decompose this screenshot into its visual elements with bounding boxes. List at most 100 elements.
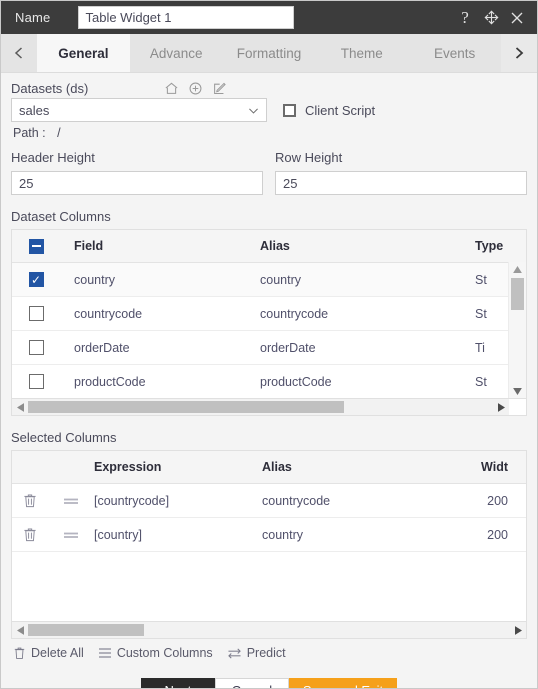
swap-arrows-icon (227, 647, 242, 660)
row-checkbox[interactable] (12, 340, 60, 355)
drag-handle-icon[interactable] (48, 496, 94, 506)
close-icon[interactable] (507, 7, 527, 29)
next-button[interactable]: Next (140, 678, 215, 688)
selected-columns-toolbar: Delete All Custom Columns Predict (11, 646, 527, 660)
selected-columns-horizontal-scrollbar[interactable] (11, 622, 527, 639)
horizontal-scroll-track[interactable] (28, 622, 510, 638)
name-label: Name (15, 10, 51, 25)
list-lines-icon (98, 647, 112, 659)
selected-columns-header-row: Expression Alias Widt (12, 451, 526, 484)
dialog-titlebar: Name ? (1, 1, 537, 34)
edit-pencil-icon[interactable] (212, 81, 227, 96)
dataset-path: Path : / (13, 126, 527, 140)
client-script-checkbox-row[interactable]: Client Script (283, 103, 375, 118)
header-field[interactable]: Field (60, 239, 260, 253)
scroll-right-icon[interactable] (510, 625, 526, 635)
cell-expression: [countrycode] (94, 493, 170, 508)
circle-plus-icon[interactable] (188, 81, 203, 96)
cell-field: productCode (74, 374, 146, 389)
tab-advance[interactable]: Advance (129, 34, 223, 72)
header-width[interactable]: Widt (442, 460, 522, 474)
cell-width: 200 (487, 527, 508, 542)
dataset-columns-horizontal-scrollbar[interactable] (11, 399, 527, 416)
delete-all-button[interactable]: Delete All (13, 646, 84, 660)
dataset-columns-header-row: Field Alias Type (12, 230, 526, 263)
dataset-columns-vertical-scrollbar[interactable] (508, 262, 526, 398)
delete-row-button[interactable] (12, 493, 48, 508)
datasets-icon-toolbar (164, 81, 227, 96)
cell-alias: countrycode (260, 306, 329, 321)
trash-icon (13, 646, 26, 660)
scroll-right-icon[interactable] (493, 402, 509, 412)
header-selected-alias[interactable]: Alias (262, 460, 442, 474)
move-arrows-icon[interactable] (481, 7, 501, 29)
client-script-checkbox[interactable] (283, 103, 296, 117)
cell-width: 200 (487, 493, 508, 508)
custom-columns-label: Custom Columns (116, 646, 213, 660)
tab-theme[interactable]: Theme (315, 34, 409, 72)
chevron-left-icon[interactable] (1, 34, 37, 72)
tab-general[interactable]: General (37, 34, 130, 72)
drag-handle-icon[interactable] (48, 530, 94, 540)
dataset-select-row: sales Client Script (11, 98, 527, 122)
datasets-header: Datasets (ds) (11, 81, 527, 96)
selected-columns-title: Selected Columns (11, 430, 117, 445)
dialog-action-bar: Next Cancel Save and Exit (11, 678, 527, 688)
path-label: Path : (13, 126, 46, 140)
cell-alias: productCode (260, 374, 332, 389)
row-checkbox-box (28, 306, 44, 321)
tab-formatting[interactable]: Formatting (222, 34, 316, 72)
dataset-columns-body: ✓ country country St countrycode country… (12, 263, 526, 398)
row-checkbox[interactable] (12, 306, 60, 321)
row-checkbox[interactable]: ✓ (12, 272, 60, 287)
table-row[interactable]: productCode productCode St (12, 365, 526, 398)
tab-events[interactable]: Events (408, 34, 501, 72)
widget-name-input[interactable] (78, 6, 295, 29)
cell-field: orderDate (74, 340, 130, 355)
home-icon[interactable] (164, 81, 179, 96)
table-row[interactable]: ✓ country country St (12, 263, 526, 297)
horizontal-scroll-thumb[interactable] (28, 401, 345, 413)
delete-row-button[interactable] (12, 527, 48, 542)
cancel-button[interactable]: Cancel (214, 678, 289, 688)
help-icon[interactable]: ? (455, 7, 475, 29)
chevron-right-icon[interactable] (501, 34, 537, 72)
row-height-input[interactable] (275, 171, 527, 195)
save-and-exit-button[interactable]: Save and Exit (288, 678, 398, 688)
select-all-checkbox-box (28, 238, 44, 254)
table-row[interactable]: orderDate orderDate Ti (12, 331, 526, 365)
dataset-select-value[interactable]: sales (11, 98, 267, 122)
predict-label: Predict (246, 646, 286, 660)
scroll-down-icon[interactable] (513, 384, 522, 398)
select-all-checkbox[interactable] (12, 238, 60, 254)
cell-expression: [country] (94, 527, 142, 542)
cell-selected-alias: country (262, 527, 303, 542)
table-row[interactable]: [countrycode] countrycode 200 (12, 484, 526, 518)
row-checkbox-box: ✓ (28, 272, 44, 287)
client-script-label: Client Script (305, 102, 376, 118)
header-height-field: Header Height (11, 150, 263, 195)
row-checkbox[interactable] (12, 374, 60, 389)
height-fields: Header Height Row Height (11, 150, 527, 195)
predict-button[interactable]: Predict (227, 646, 286, 660)
table-row[interactable]: countrycode countrycode St (12, 297, 526, 331)
table-row[interactable]: [country] country 200 (12, 518, 526, 552)
header-height-label: Header Height (11, 150, 95, 165)
custom-columns-button[interactable]: Custom Columns (98, 646, 213, 660)
horizontal-scroll-thumb[interactable] (28, 624, 144, 636)
dataset-select[interactable]: sales (11, 98, 267, 122)
header-expression[interactable]: Expression (94, 460, 262, 474)
cell-selected-alias: countrycode (262, 493, 331, 508)
header-height-input[interactable] (11, 171, 263, 195)
scroll-left-icon[interactable] (12, 625, 28, 635)
scroll-up-icon[interactable] (513, 262, 522, 276)
selected-columns-body: [countrycode] countrycode 200 [country] … (12, 484, 526, 552)
delete-all-label: Delete All (31, 646, 84, 660)
header-alias[interactable]: Alias (260, 239, 475, 253)
row-checkbox-box (28, 374, 44, 389)
vertical-scroll-thumb[interactable] (511, 278, 524, 310)
vertical-scroll-track[interactable] (509, 276, 526, 384)
scroll-left-icon[interactable] (12, 402, 28, 412)
header-type[interactable]: Type (475, 239, 526, 253)
horizontal-scroll-track[interactable] (28, 399, 493, 415)
